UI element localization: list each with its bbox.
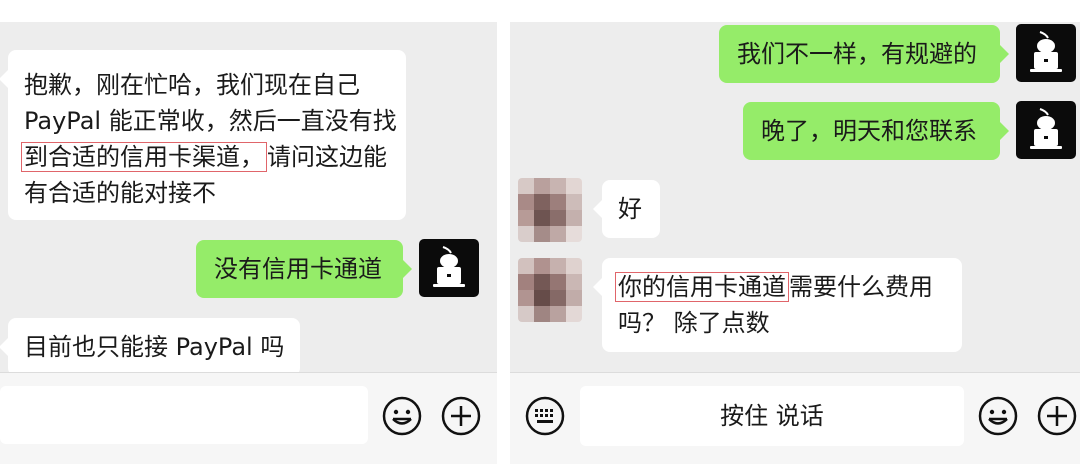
contact-avatar[interactable] xyxy=(518,258,582,322)
message-bubble-incoming[interactable]: 目前也只能接 PayPal 吗 xyxy=(0,318,300,376)
message-text: 你的信用卡通道 需要什么费用 xyxy=(615,269,946,305)
input-bar xyxy=(0,372,497,464)
plus-icon[interactable] xyxy=(440,395,482,437)
laptop-avatar-icon xyxy=(433,246,465,287)
message-text: 目前也只能接 PayPal 吗 xyxy=(24,333,285,361)
message-text: 晚了，明天和您联系 xyxy=(761,117,977,145)
message-bubble-outgoing[interactable]: 没有信用卡通道 xyxy=(196,240,412,298)
self-avatar[interactable] xyxy=(419,239,479,297)
hold-to-talk-button[interactable]: 按住 说话 xyxy=(580,386,964,446)
message-text: 吗？ 除了点数 xyxy=(618,309,770,337)
emoji-icon[interactable] xyxy=(977,395,1019,437)
message-bubble-outgoing[interactable]: 我们不一样，有规避的 xyxy=(719,25,1009,83)
plus-icon[interactable] xyxy=(1036,395,1078,437)
message-text: 到合适的信用卡渠道， 请问这边能 xyxy=(21,139,390,175)
message-text: 抱歉，刚在忙哈，我们现在自己 xyxy=(24,71,360,99)
highlight-box: 到合适的信用卡渠道， xyxy=(21,142,267,172)
message-bubble-incoming[interactable]: 你的信用卡通道 需要什么费用 吗？ 除了点数 xyxy=(593,258,962,352)
input-bar: 按住 说话 xyxy=(510,372,1080,464)
self-avatar[interactable] xyxy=(1016,101,1076,159)
message-bubble-outgoing[interactable]: 晚了，明天和您联系 xyxy=(743,102,1009,160)
message-input[interactable] xyxy=(0,386,368,444)
right-chat-panel: 我们不一样，有规避的 晚了，明天和您联系 好 你的信用卡通道 需要什么费用 吗？… xyxy=(510,22,1080,464)
message-bubble-incoming[interactable]: 抱歉，刚在忙哈，我们现在自己 PayPal 能正常收，然后一直没有找 到合适的信… xyxy=(0,50,406,220)
message-text: 没有信用卡通道 xyxy=(214,255,382,283)
message-text: 我们不一样，有规避的 xyxy=(737,40,977,68)
highlight-box: 你的信用卡通道 xyxy=(615,272,789,302)
message-text: PayPal 能正常收，然后一直没有找 xyxy=(24,107,397,135)
laptop-avatar-icon xyxy=(1030,31,1062,72)
emoji-icon[interactable] xyxy=(381,395,423,437)
laptop-avatar-icon xyxy=(1030,108,1062,149)
message-bubble-incoming[interactable]: 好 xyxy=(593,180,660,238)
keyboard-icon[interactable] xyxy=(524,395,566,437)
self-avatar[interactable] xyxy=(1016,24,1076,82)
left-chat-panel: 抱歉，刚在忙哈，我们现在自己 PayPal 能正常收，然后一直没有找 到合适的信… xyxy=(0,22,497,464)
contact-avatar[interactable] xyxy=(518,178,582,242)
message-text: 有合适的能对接不 xyxy=(24,179,216,207)
message-text: 好 xyxy=(618,195,642,223)
